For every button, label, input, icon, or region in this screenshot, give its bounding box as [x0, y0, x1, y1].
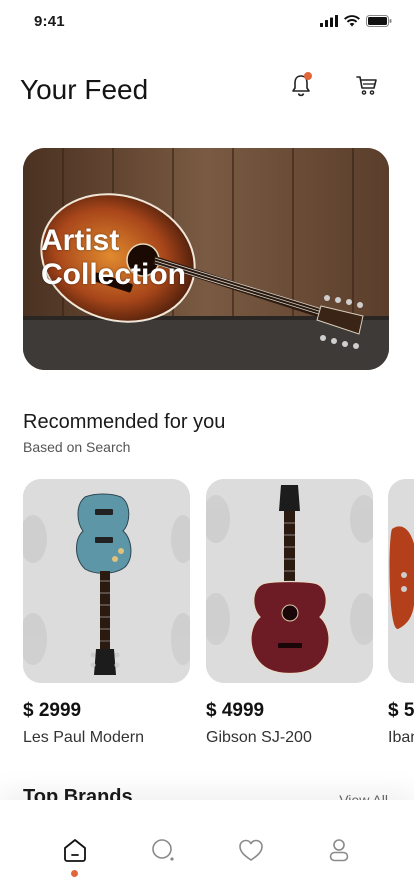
- wifi-icon: [344, 15, 360, 27]
- notification-dot: [304, 72, 312, 80]
- product-card[interactable]: $ 4999 Gibson SJ-200: [206, 479, 373, 747]
- product-name: Iban: [388, 729, 414, 746]
- page-title: Your Feed: [20, 74, 149, 105]
- product-name: Les Paul Modern: [23, 729, 144, 746]
- home-icon: [64, 839, 86, 862]
- recommended-carousel[interactable]: $ 2999 Les Paul Modern $ 4999 Gibson SJ-…: [23, 479, 414, 759]
- signal-icon: [320, 15, 338, 27]
- tab-home[interactable]: [55, 830, 95, 870]
- product-card[interactable]: $ 2999 Les Paul Modern: [23, 479, 190, 747]
- tab-profile[interactable]: [319, 830, 359, 870]
- product-name: Gibson SJ-200: [206, 729, 312, 746]
- status-time: 9:41: [34, 13, 65, 30]
- active-tab-indicator: [71, 870, 78, 877]
- product-image: [388, 479, 414, 683]
- tab-search[interactable]: [143, 830, 183, 870]
- product-image: [206, 479, 373, 683]
- cart-icon: [356, 76, 377, 95]
- battery-icon: [366, 15, 392, 27]
- les-paul-guitar-image: [23, 479, 190, 683]
- gibson-sj200-guitar-image: [206, 479, 373, 683]
- product-price: $ 2999: [23, 700, 82, 721]
- recommended-heading: Recommended for you: [23, 411, 226, 433]
- heart-icon: [239, 839, 263, 861]
- product-price: $ 4999: [206, 700, 265, 721]
- product-price: $ 5: [388, 700, 414, 721]
- feed-header: Your Feed: [20, 70, 394, 114]
- search-icon: [152, 839, 174, 861]
- product-card[interactable]: $ 5 Iban: [388, 479, 414, 747]
- bottom-tab-bar: [0, 800, 414, 896]
- tab-favorites[interactable]: [231, 830, 271, 870]
- artist-collection-banner[interactable]: Artist Collection: [23, 148, 389, 370]
- ibanez-guitar-image: [388, 479, 414, 683]
- banner-title-line1: Artist: [41, 224, 120, 257]
- cart-button[interactable]: [352, 70, 382, 100]
- notifications-button[interactable]: [286, 70, 316, 100]
- profile-icon: [329, 839, 349, 862]
- banner-title-line2: Collection: [41, 258, 187, 291]
- banner-title: Artist Collection: [41, 224, 186, 292]
- status-icons: [320, 15, 392, 27]
- product-image: [23, 479, 190, 683]
- status-bar: 9:41: [0, 0, 414, 44]
- recommended-subtitle: Based on Search: [23, 439, 131, 455]
